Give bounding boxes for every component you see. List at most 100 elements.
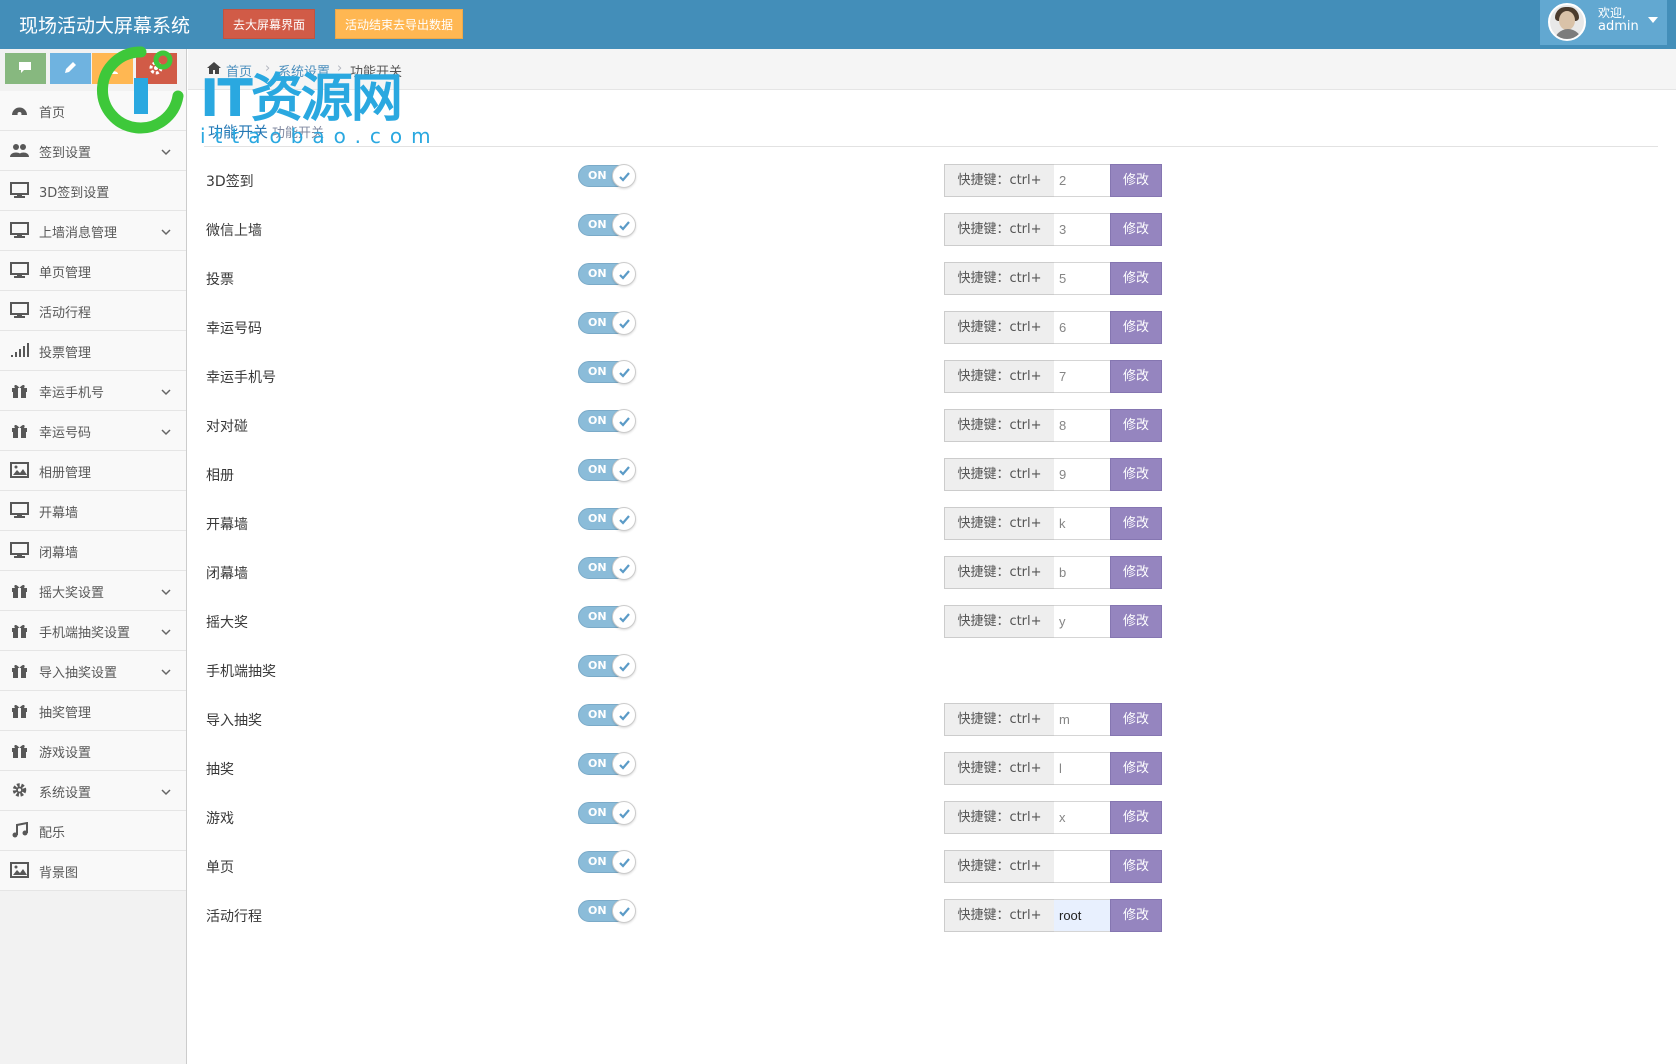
sidebar-item[interactable]: 签到设置 — [0, 131, 186, 171]
shortcut-settings-button[interactable] — [136, 53, 177, 84]
sidebar-item-label: 幸运手机号 — [39, 386, 105, 401]
hotkey-input[interactable]: 2 — [1054, 164, 1111, 197]
check-icon — [619, 172, 630, 182]
feature-label: 单页 — [206, 860, 234, 876]
feature-toggle-switch[interactable]: ON — [578, 850, 636, 874]
feature-row: 幸运手机号 ON 快捷键：ctrl+ 7 修改 — [188, 360, 1676, 410]
sidebar-item[interactable]: 相册管理 — [0, 451, 186, 491]
hotkey-input[interactable]: l — [1054, 752, 1111, 785]
hotkey-input[interactable]: b — [1054, 556, 1111, 589]
sidebar-item[interactable]: 系统设置 — [0, 771, 186, 811]
sidebar-item[interactable]: 配乐 — [0, 811, 186, 851]
feature-toggle-switch[interactable]: ON — [578, 605, 636, 629]
comments-icon — [19, 62, 31, 73]
toggle-knob — [612, 262, 636, 286]
hotkey-input[interactable] — [1054, 850, 1111, 883]
chevron-down-icon — [161, 625, 171, 636]
hotkey-prefix-label: 快捷键：ctrl+ — [944, 458, 1055, 491]
sidebar-item[interactable]: 幸运号码 — [0, 411, 186, 451]
modify-button[interactable]: 修改 — [1110, 703, 1162, 736]
hotkey-input[interactable]: x — [1054, 801, 1111, 834]
sidebar-item[interactable]: 活动行程 — [0, 291, 186, 331]
sidebar-item[interactable]: 3D签到设置 — [0, 171, 186, 211]
feature-toggle-switch[interactable]: ON — [578, 507, 636, 531]
modify-button[interactable]: 修改 — [1110, 556, 1162, 589]
hotkey-input[interactable]: 3 — [1054, 213, 1111, 246]
feature-toggle-switch[interactable]: ON — [578, 556, 636, 580]
sidebar-item[interactable]: 摇大奖设置 — [0, 571, 186, 611]
sidebar-item[interactable]: 投票管理 — [0, 331, 186, 371]
modify-button[interactable]: 修改 — [1110, 458, 1162, 491]
modify-button[interactable]: 修改 — [1110, 752, 1162, 785]
feature-toggle-switch[interactable]: ON — [578, 752, 636, 776]
feature-toggle-switch[interactable]: ON — [578, 801, 636, 825]
feature-toggle-switch[interactable]: ON — [578, 409, 636, 433]
hotkey-input[interactable]: 6 — [1054, 311, 1111, 344]
hotkey-input[interactable]: 5 — [1054, 262, 1111, 295]
sidebar-item[interactable]: 手机端抽奖设置 — [0, 611, 186, 651]
toggle-knob — [612, 458, 636, 482]
sidebar-item[interactable]: 背景图 — [0, 851, 186, 891]
sidebar-item[interactable]: 闭幕墙 — [0, 531, 186, 571]
hotkey-prefix-label: 快捷键：ctrl+ — [944, 409, 1055, 442]
feature-toggle-switch[interactable]: ON — [578, 654, 636, 678]
sidebar-item-label: 活动行程 — [39, 306, 92, 321]
feature-toggle-switch[interactable]: ON — [578, 458, 636, 482]
modify-button[interactable]: 修改 — [1110, 311, 1162, 344]
breadcrumb-home-link[interactable]: 首页 — [226, 61, 252, 80]
toggle-on-label: ON — [588, 414, 607, 427]
hotkey-input[interactable]: 7 — [1054, 360, 1111, 393]
toggle-knob — [612, 850, 636, 874]
export-data-button[interactable]: 活动结束去导出数据 — [335, 9, 464, 39]
feature-label: 抽奖 — [206, 762, 234, 778]
modify-button[interactable]: 修改 — [1110, 605, 1162, 638]
feature-toggle-switch[interactable]: ON — [578, 703, 636, 727]
modify-button[interactable]: 修改 — [1110, 409, 1162, 442]
sidebar-item[interactable]: 开幕墙 — [0, 491, 186, 531]
feature-toggle-switch[interactable]: ON — [578, 164, 636, 188]
sidebar-item[interactable]: 单页管理 — [0, 251, 186, 291]
feature-toggle-switch[interactable]: ON — [578, 360, 636, 384]
feature-toggle-switch[interactable]: ON — [578, 262, 636, 286]
sidebar-item[interactable]: 游戏设置 — [0, 731, 186, 771]
modify-button[interactable]: 修改 — [1110, 213, 1162, 246]
shortcut-edit-button[interactable] — [50, 53, 91, 84]
pencil-icon — [65, 62, 76, 73]
modify-button[interactable]: 修改 — [1110, 164, 1162, 197]
modify-button[interactable]: 修改 — [1110, 801, 1162, 834]
sidebar-item[interactable]: 幸运手机号 — [0, 371, 186, 411]
sidebar-item[interactable]: 导入抽奖设置 — [0, 651, 186, 691]
chevron-down-icon — [161, 385, 171, 396]
modify-button[interactable]: 修改 — [1110, 899, 1162, 932]
feature-toggle-switch[interactable]: ON — [578, 311, 636, 335]
brand-title[interactable]: 现场活动大屏幕系统 — [19, 11, 190, 38]
modify-button[interactable]: 修改 — [1110, 360, 1162, 393]
sidebar-item[interactable]: 上墙消息管理 — [0, 211, 186, 251]
shortcut-users-button[interactable] — [92, 53, 133, 84]
user-menu[interactable]: 欢迎, admin — [1540, 0, 1667, 45]
hotkey-input[interactable]: 8 — [1054, 409, 1111, 442]
breadcrumb-section-link[interactable]: 系统设置 — [278, 61, 330, 80]
signal-icon — [10, 342, 29, 360]
sidebar-item-label: 配乐 — [39, 826, 66, 841]
hotkey-input[interactable]: 9 — [1054, 458, 1111, 491]
modify-button[interactable]: 修改 — [1110, 507, 1162, 540]
hotkey-input[interactable]: y — [1054, 605, 1111, 638]
hotkey-input[interactable]: m — [1054, 703, 1111, 736]
toggle-knob — [612, 752, 636, 776]
sidebar-item-label: 上墙消息管理 — [39, 226, 118, 241]
chevron-down-icon — [161, 425, 171, 436]
hotkey-input[interactable]: k — [1054, 507, 1111, 540]
feature-row: 幸运号码 ON 快捷键：ctrl+ 6 修改 — [188, 311, 1676, 361]
feature-toggle-switch[interactable]: ON — [578, 899, 636, 923]
modify-button[interactable]: 修改 — [1110, 262, 1162, 295]
hotkey-input[interactable]: root — [1054, 899, 1111, 932]
sidebar-item[interactable]: 抽奖管理 — [0, 691, 186, 731]
sidebar-item[interactable]: 首页 — [0, 91, 186, 131]
feature-toggle-switch[interactable]: ON — [578, 213, 636, 237]
breadcrumb-separator: › — [337, 61, 343, 76]
modify-button[interactable]: 修改 — [1110, 850, 1162, 883]
shortcut-comments-button[interactable] — [5, 53, 46, 84]
go-to-screen-button[interactable]: 去大屏幕界面 — [223, 9, 316, 39]
toggle-on-label: ON — [588, 659, 607, 672]
